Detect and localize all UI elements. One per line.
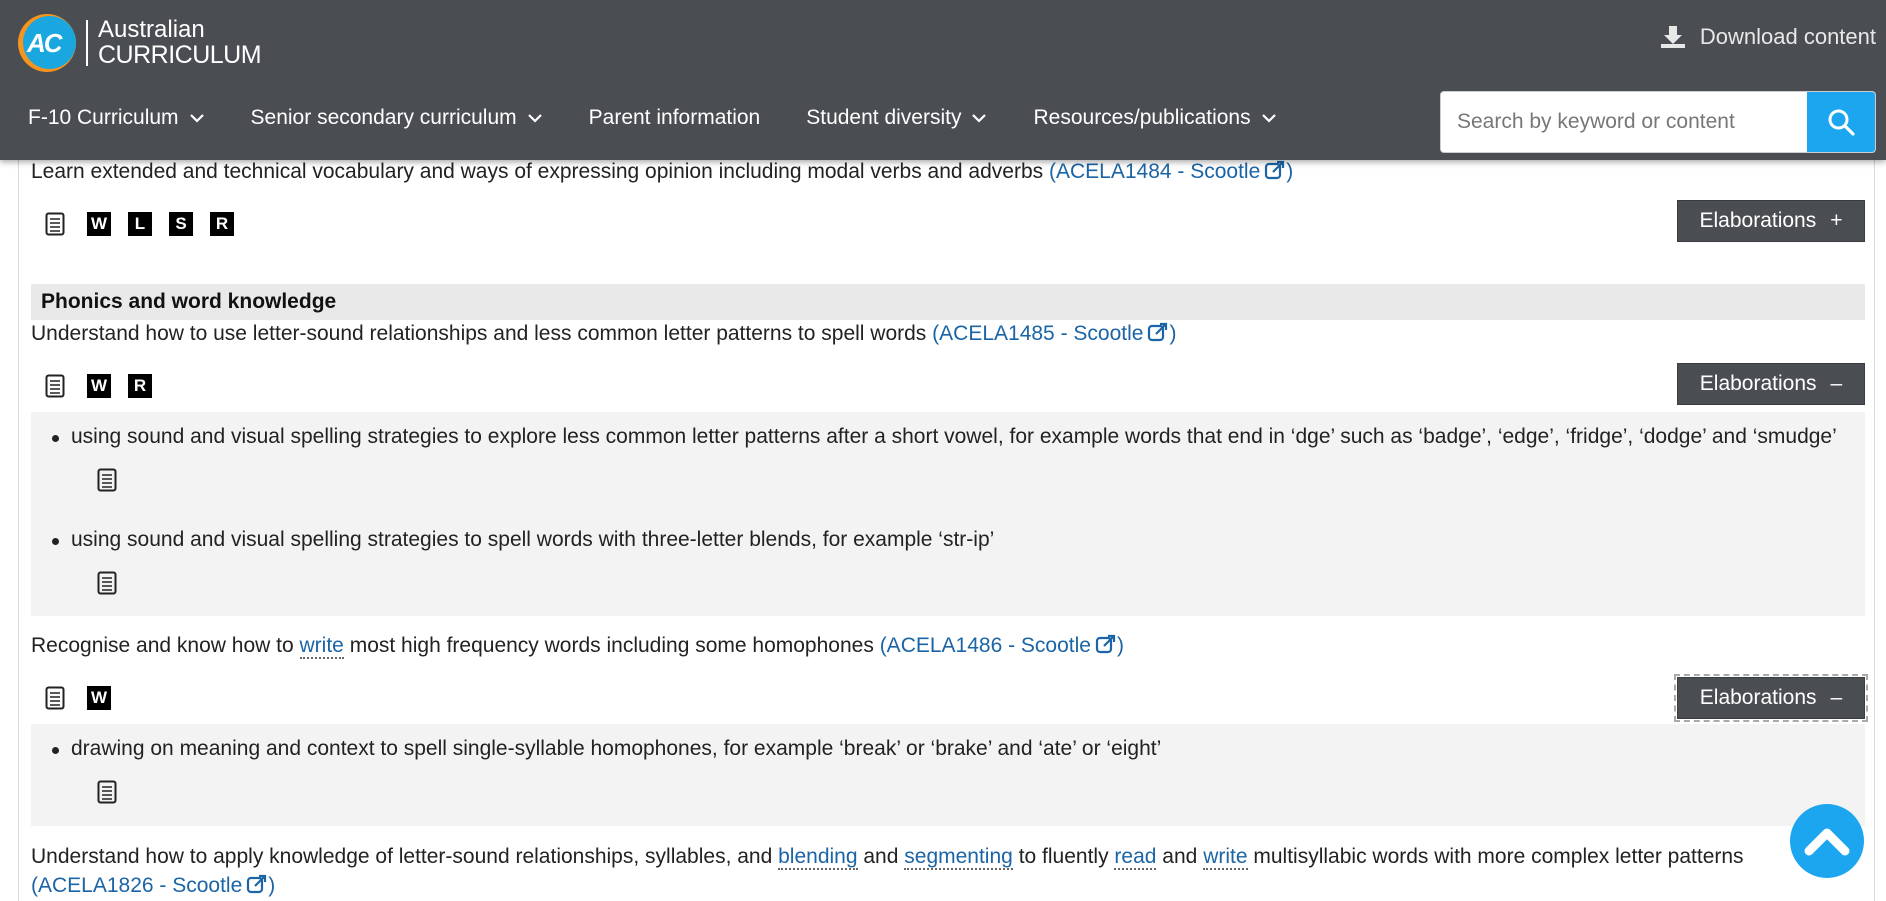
description-text: and <box>1162 845 1198 868</box>
nav-senior-secondary[interactable]: Senior secondary curriculum <box>251 106 543 130</box>
literacy-badge[interactable]: W <box>87 686 111 710</box>
site-logo[interactable]: AC Australian CURRICULUM <box>18 14 262 72</box>
download-icon <box>1660 26 1685 48</box>
download-content-link[interactable]: Download content <box>1660 24 1876 50</box>
elaborations-toggle[interactable]: Elaborations – <box>1674 674 1868 722</box>
nav-label: Student diversity <box>806 106 962 129</box>
content-description: Understand how to use letter-sound relat… <box>31 322 1176 346</box>
document-icon[interactable] <box>97 571 117 600</box>
glossary-term[interactable]: write <box>1203 845 1248 870</box>
code-close: ) <box>1169 322 1177 345</box>
external-link-icon <box>1265 160 1285 180</box>
logo-line2: CURRICULUM <box>98 41 262 69</box>
search-input[interactable] <box>1441 92 1807 152</box>
code-close: ) <box>268 874 276 897</box>
glossary-term[interactable]: segmenting <box>904 845 1013 870</box>
capability-icons: W <box>45 686 128 710</box>
literacy-badge[interactable]: W <box>87 374 111 398</box>
document-icon[interactable] <box>45 686 65 710</box>
logo-text: Australian CURRICULUM <box>98 16 262 69</box>
external-link-icon <box>247 874 267 894</box>
elaborations-panel: using sound and visual spelling strategi… <box>31 412 1865 616</box>
nav-f10-curriculum[interactable]: F-10 Curriculum <box>28 106 205 130</box>
search-button[interactable] <box>1807 92 1875 152</box>
chevron-down-icon <box>527 114 542 123</box>
literacy-badge[interactable]: L <box>128 212 152 236</box>
back-to-top-button[interactable] <box>1790 804 1864 878</box>
description-text: most high frequency words including some… <box>349 634 874 657</box>
document-icon[interactable] <box>97 780 117 809</box>
content-description: Understand how to apply knowledge of let… <box>31 845 1744 870</box>
minus-icon: – <box>1830 686 1843 709</box>
literacy-badge[interactable]: W <box>87 212 111 236</box>
code-text: (ACELA1484 - Scootle <box>1049 160 1261 183</box>
scootle-link[interactable]: (ACELA1826 - Scootle) <box>31 874 275 897</box>
scootle-link[interactable]: (ACELA1486 - Scootle) <box>880 634 1124 657</box>
glossary-term[interactable]: blending <box>778 845 858 870</box>
logo-mark-text: AC <box>27 28 63 58</box>
plus-icon: + <box>1830 209 1843 232</box>
logo-mark: AC <box>18 14 76 72</box>
external-link-icon <box>1095 634 1116 654</box>
chevron-up-icon <box>1804 828 1850 856</box>
literacy-badge[interactable]: S <box>169 212 193 236</box>
elaboration-item: using sound and visual spelling strategi… <box>52 425 1837 448</box>
description-text: multisyllabic words with more complex le… <box>1253 845 1744 868</box>
chevron-down-icon <box>1261 114 1276 123</box>
elaborations-toggle[interactable]: Elaborations + <box>1677 200 1865 242</box>
elaborations-label: Elaborations <box>1699 686 1817 709</box>
description-text: to fluently <box>1018 845 1109 868</box>
nav-resources-publications[interactable]: Resources/publications <box>1033 106 1276 130</box>
nav-label: Senior secondary curriculum <box>250 106 517 129</box>
search-box <box>1440 91 1876 153</box>
document-icon[interactable] <box>97 468 117 497</box>
chevron-down-icon <box>972 114 987 123</box>
download-label: Download content <box>1699 24 1876 49</box>
literacy-badge[interactable]: R <box>128 374 152 398</box>
description-text: Understand how to apply knowledge of let… <box>31 845 773 868</box>
document-icon[interactable] <box>45 212 65 236</box>
nav-label: F-10 Curriculum <box>28 106 179 129</box>
code-close: ) <box>1286 160 1294 183</box>
description-text: Understand how to use letter-sound relat… <box>31 322 927 345</box>
logo-line1: Australian <box>98 16 205 43</box>
nav-student-diversity[interactable]: Student diversity <box>806 106 987 130</box>
code-text: (ACELA1486 - Scootle <box>879 634 1091 657</box>
logo-divider <box>86 20 88 66</box>
content-description: Learn extended and technical vocabulary … <box>31 160 1293 184</box>
content-description: Recognise and know how to write most hig… <box>31 634 1124 659</box>
literacy-badge[interactable]: R <box>210 212 234 236</box>
section-title: Phonics and word knowledge <box>31 284 1865 320</box>
elaborations-toggle[interactable]: Elaborations – <box>1677 363 1865 405</box>
elaborations-panel: drawing on meaning and context to spell … <box>31 724 1865 826</box>
elaborations-label: Elaborations <box>1699 372 1817 395</box>
main-nav: F-10 Curriculum Senior secondary curricu… <box>28 106 1323 130</box>
scootle-link[interactable]: (ACELA1485 - Scootle) <box>932 322 1176 345</box>
description-text: and <box>863 845 899 868</box>
nav-label: Resources/publications <box>1033 106 1251 129</box>
glossary-term[interactable]: read <box>1114 845 1157 870</box>
site-header: AC Australian CURRICULUM Download conten… <box>0 0 1886 160</box>
document-icon[interactable] <box>45 374 65 398</box>
search-icon <box>1828 109 1855 136</box>
elaboration-item: drawing on meaning and context to spell … <box>51 737 1162 760</box>
content-area: Learn extended and technical vocabulary … <box>18 150 1875 901</box>
capability-icons: W R <box>45 374 169 398</box>
chevron-down-icon <box>189 114 204 123</box>
nav-parent-information[interactable]: Parent information <box>589 106 761 130</box>
nav-label: Parent information <box>588 106 761 129</box>
description-text: Recognise and know how to <box>31 634 294 657</box>
elaboration-item: using sound and visual spelling strategi… <box>51 528 995 551</box>
glossary-term[interactable]: write <box>299 634 344 659</box>
elaborations-label: Elaborations <box>1699 209 1817 232</box>
scootle-link[interactable]: (ACELA1484 - Scootle) <box>1049 160 1293 183</box>
capability-icons: W L S R <box>45 212 251 236</box>
minus-icon: – <box>1830 372 1843 395</box>
code-text: (ACELA1826 - Scootle <box>31 874 243 897</box>
external-link-icon <box>1148 322 1168 342</box>
code-close: ) <box>1116 634 1124 657</box>
code-text: (ACELA1485 - Scootle <box>932 322 1144 345</box>
content-description-line2: (ACELA1826 - Scootle) <box>31 874 275 898</box>
description-text: Learn extended and technical vocabulary … <box>31 160 1044 183</box>
